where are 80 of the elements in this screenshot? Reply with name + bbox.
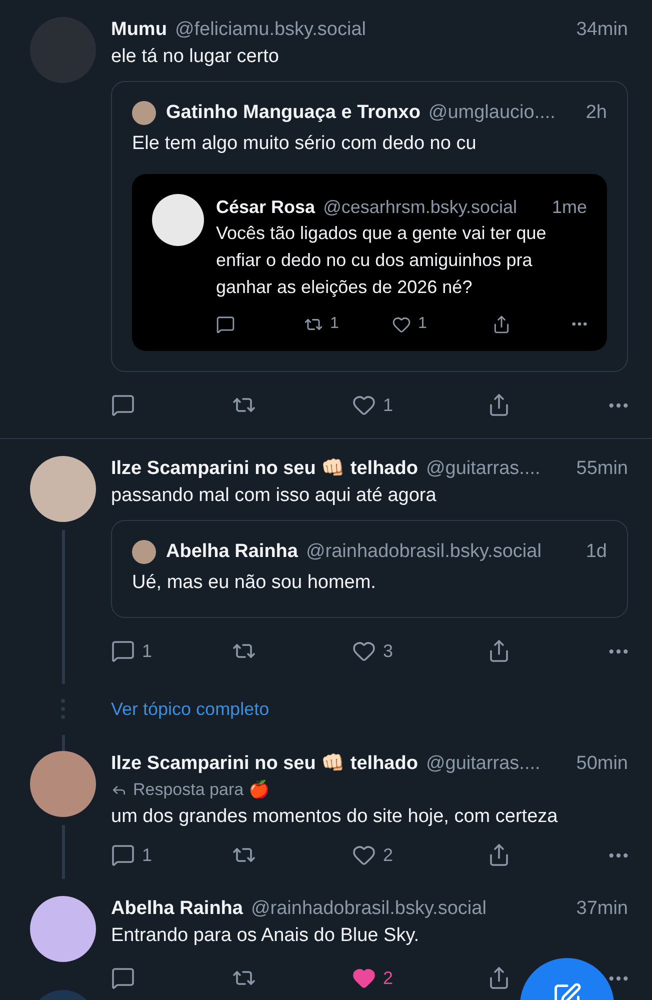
reply-to-label: Resposta para 🍎 bbox=[133, 778, 270, 801]
post-time: 50min bbox=[576, 752, 628, 776]
share-icon bbox=[487, 966, 511, 990]
share-button[interactable] bbox=[487, 393, 511, 417]
post-time: 37min bbox=[576, 897, 628, 921]
author-name[interactable]: Abelha Rainha bbox=[111, 896, 243, 922]
post-text: Entrando para os Anais do Blue Sky. bbox=[111, 924, 420, 948]
ellipsis-icon bbox=[609, 648, 628, 654]
more-button[interactable] bbox=[609, 402, 628, 408]
post-time: 1me bbox=[552, 196, 587, 219]
speech-bubble-icon bbox=[111, 966, 135, 990]
heart-icon bbox=[392, 314, 411, 334]
like-button[interactable]: 2 bbox=[352, 843, 394, 867]
share-icon bbox=[487, 393, 511, 417]
author-handle: @guitarras.... bbox=[426, 752, 542, 776]
ellipsis-icon bbox=[609, 852, 628, 858]
like-button[interactable]: 2 bbox=[352, 966, 394, 990]
more-button[interactable] bbox=[572, 322, 587, 326]
avatar bbox=[132, 101, 156, 125]
avatar bbox=[152, 194, 204, 246]
quote-card[interactable] bbox=[111, 81, 628, 372]
share-icon bbox=[492, 314, 511, 334]
share-button[interactable] bbox=[487, 843, 511, 867]
author-name: Gatinho Manguaça e Tronxo bbox=[166, 101, 420, 125]
heart-icon bbox=[352, 966, 376, 990]
author-name: César Rosa bbox=[216, 196, 316, 219]
author-handle: @cesarhrsm.bsky.social bbox=[323, 196, 518, 219]
like-button[interactable]: 3 bbox=[352, 639, 394, 663]
author-name[interactable]: Ilze Scamparini no seu 👊🏻 telhado bbox=[111, 456, 418, 482]
more-button[interactable] bbox=[609, 648, 628, 654]
reply-button[interactable] bbox=[216, 314, 235, 334]
share-button[interactable] bbox=[487, 639, 511, 663]
post-time: 1d bbox=[586, 540, 607, 564]
heart-icon bbox=[352, 843, 376, 867]
post-time: 55min bbox=[576, 457, 628, 481]
author-name: Abelha Rainha bbox=[166, 540, 298, 564]
speech-bubble-icon bbox=[111, 639, 135, 663]
ellipsis-icon bbox=[609, 976, 628, 980]
reply-button[interactable] bbox=[111, 393, 135, 417]
view-thread-link[interactable]: Ver tópico completo bbox=[111, 698, 270, 720]
share-icon bbox=[487, 639, 511, 663]
reply-button[interactable]: 1 bbox=[111, 639, 152, 663]
speech-bubble-icon bbox=[111, 393, 135, 417]
ellipsis-icon bbox=[609, 402, 628, 408]
thread-dot bbox=[61, 715, 65, 719]
author-handle: @feliciamu.bsky.social bbox=[174, 18, 367, 42]
like-button[interactable]: 1 bbox=[352, 393, 394, 417]
author-handle: @rainhadobrasil.bsky.social bbox=[250, 897, 488, 921]
quote-card[interactable]: César Rosa @cesarhrsm.bsky.social 1me Vocês tão ligados que a gente vai ter que enfiar o dedo no cu dos amiguinhos pra ganhar as eleições de 2026 né? 1 1 bbox=[132, 174, 607, 351]
like-button[interactable]: 1 bbox=[392, 314, 427, 334]
quote-card[interactable]: Abelha Rainha @rainhadobrasil.bsky.social 1d Ué, mas eu não sou homem. bbox=[111, 520, 628, 618]
share-button[interactable] bbox=[487, 966, 511, 990]
speech-bubble-icon bbox=[216, 314, 235, 334]
post-text: Ué, mas eu não sou homem. bbox=[132, 571, 377, 595]
author-handle: @rainhadobrasil.bsky.social bbox=[306, 540, 542, 564]
reply-button[interactable]: 1 bbox=[111, 843, 152, 867]
ellipsis-icon bbox=[572, 322, 587, 326]
post-time: 2h bbox=[586, 101, 607, 125]
author-name[interactable]: Mumu bbox=[111, 17, 167, 43]
post-text: Vocês tão ligados que a gente vai ter que enfiar o dedo no cu dos amiguinhos pra ganhar as eleições de 2026 né? bbox=[216, 222, 548, 299]
share-button[interactable] bbox=[492, 314, 511, 334]
post-text: Ele tem algo muito sério com dedo no cu bbox=[132, 132, 478, 156]
post-text: um dos grandes momentos do site hoje, com certeza bbox=[111, 805, 559, 829]
more-button[interactable] bbox=[609, 976, 628, 980]
post-text: ele tá no lugar certo bbox=[111, 45, 280, 69]
thread-dot bbox=[61, 699, 65, 703]
speech-bubble-icon bbox=[111, 843, 135, 867]
share-icon bbox=[487, 843, 511, 867]
post-time: 34min bbox=[576, 18, 628, 42]
thread-dot bbox=[61, 707, 65, 711]
author-handle: @guitarras.... bbox=[426, 457, 542, 481]
post-text: passando mal com isso aqui até agora bbox=[111, 484, 438, 508]
author-name[interactable]: Ilze Scamparini no seu 👊🏻 telhado bbox=[111, 751, 418, 777]
heart-icon bbox=[352, 639, 376, 663]
more-button[interactable] bbox=[609, 852, 628, 858]
repost-button[interactable]: 1 bbox=[304, 314, 339, 334]
author-handle: @umglaucio.... bbox=[428, 101, 556, 125]
heart-icon bbox=[352, 393, 376, 417]
reply-button[interactable] bbox=[111, 966, 135, 990]
avatar bbox=[132, 540, 156, 564]
